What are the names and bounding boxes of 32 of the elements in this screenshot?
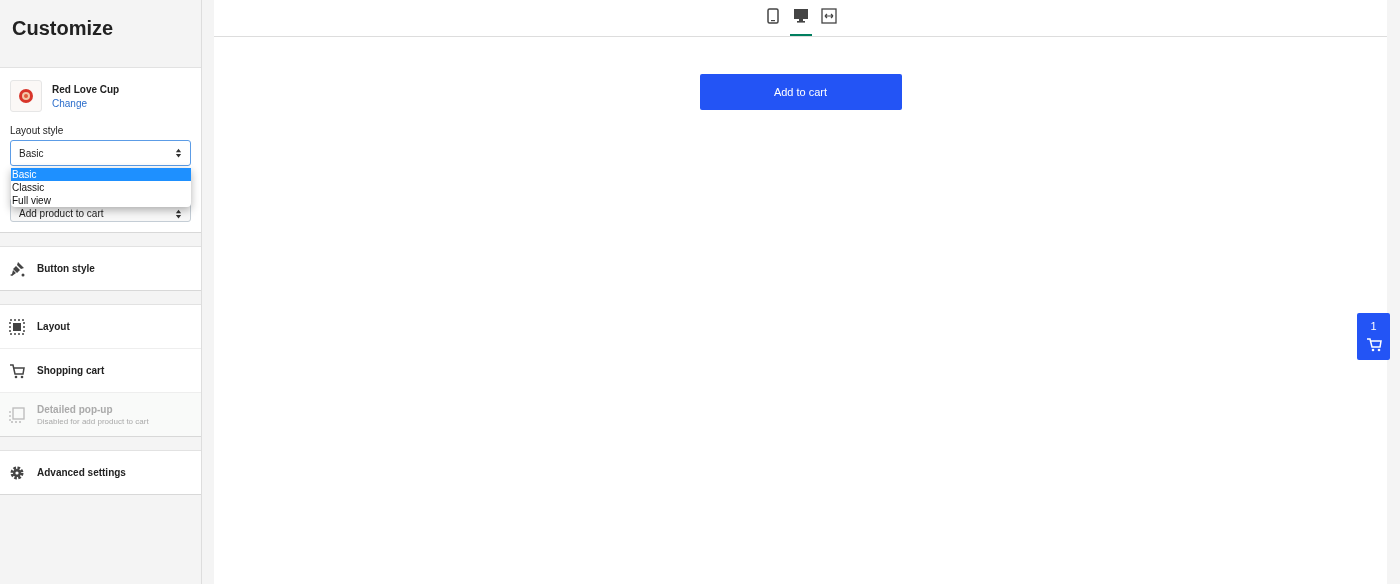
field-label: Layout style (10, 125, 65, 136)
item-label: Detailed pop-up (37, 403, 114, 415)
settings-icon (9, 464, 25, 481)
cart-count: 1 (1370, 320, 1377, 332)
sort-arrows-icon (175, 209, 182, 219)
item-label: Layout (37, 321, 70, 332)
add-to-cart-button[interactable]: Add to cart (699, 74, 902, 110)
menu-item[interactable]: Advanced settings (0, 451, 201, 494)
cart-icon (9, 362, 25, 379)
change-link[interactable]: Change (52, 97, 120, 109)
item-note: Disabled for add product to cart (37, 416, 149, 426)
popup-icon (9, 406, 25, 423)
item-label: Button style (37, 263, 95, 274)
menu-item[interactable]: Layout (0, 305, 201, 349)
mobile-icon (764, 8, 781, 24)
product-name: Red Love Cup (52, 83, 120, 95)
layout-icon (9, 318, 25, 335)
select-value: Basic (19, 147, 44, 159)
desktop-icon (792, 8, 809, 24)
floating-cart-button[interactable]: 1 (1357, 313, 1390, 360)
panel-title: Customize (11, 16, 115, 41)
sort-arrows-icon (175, 148, 182, 158)
cart-icon (1365, 337, 1382, 353)
dropdown-option[interactable]: Classic (11, 181, 191, 194)
menu-item[interactable]: Button style (0, 247, 201, 290)
brush-icon (9, 260, 25, 277)
item-label: Advanced settings (37, 467, 126, 478)
full-width-icon (820, 8, 837, 24)
layout-style-select[interactable]: Basic (10, 140, 191, 166)
item-label: Shopping cart (37, 365, 105, 376)
select-value: Add product to cart (19, 208, 104, 219)
cup-thumbnail-icon (18, 88, 34, 104)
